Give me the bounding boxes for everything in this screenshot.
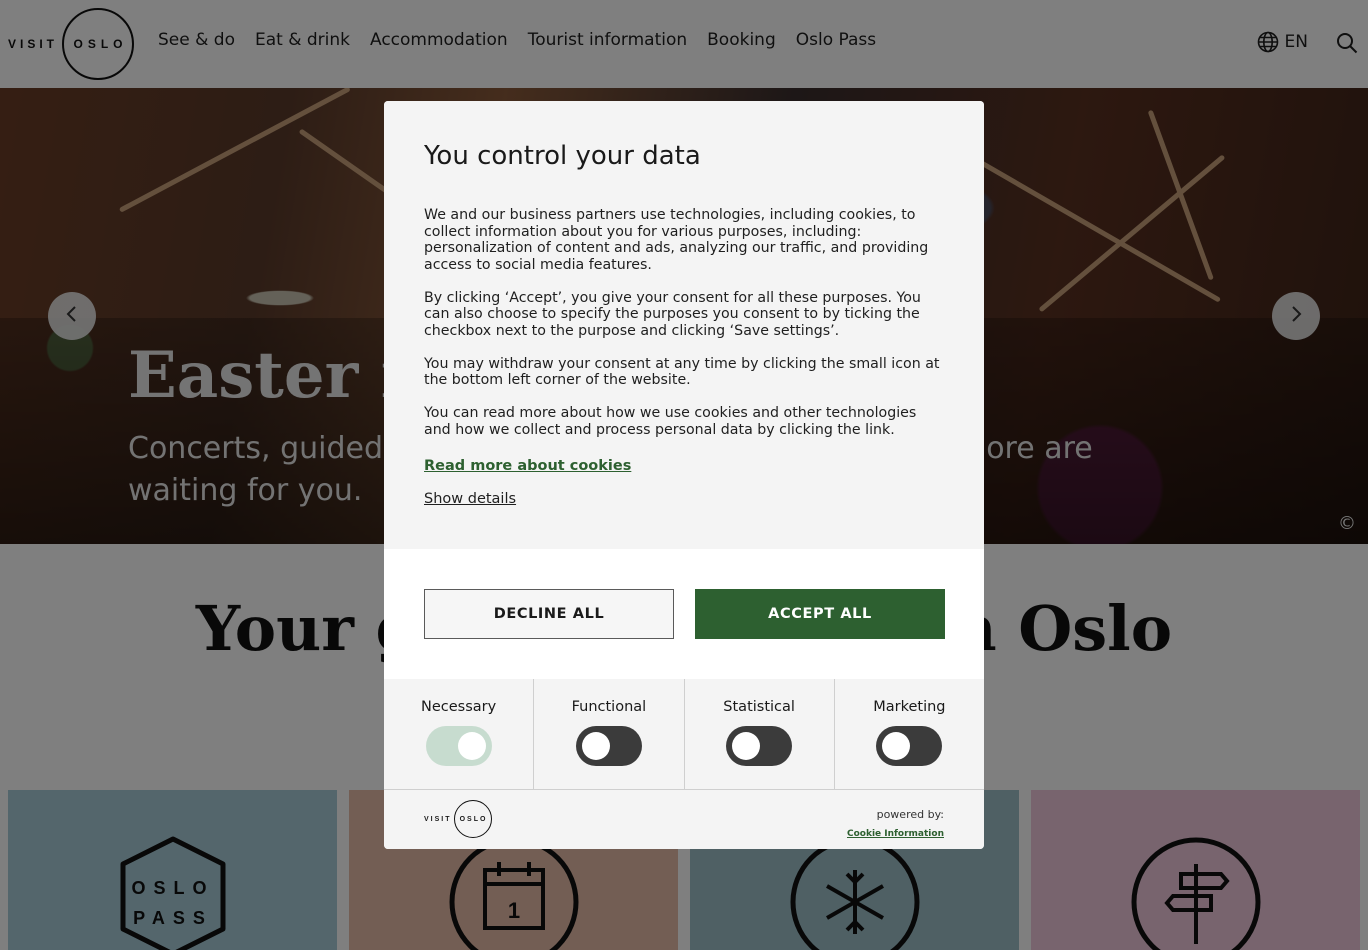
footer-logo-oslo: OSLO xyxy=(453,800,492,838)
cookie-information-link[interactable]: Cookie Information xyxy=(847,829,944,839)
functional-toggle[interactable] xyxy=(575,726,642,766)
category-label: Marketing xyxy=(873,699,946,715)
consent-paragraph: You may withdraw your consent at any tim… xyxy=(424,355,940,389)
toggle-knob xyxy=(457,732,486,760)
statistical-toggle[interactable] xyxy=(726,726,793,766)
toggle-knob xyxy=(581,732,610,760)
show-details-link[interactable]: Show details xyxy=(424,491,516,507)
category-label: Statistical xyxy=(723,699,795,715)
necessary-toggle xyxy=(425,726,492,766)
category-label: Functional xyxy=(571,699,647,715)
category-marketing: Marketing xyxy=(835,679,984,789)
footer-logo-visit: VISIT xyxy=(424,815,452,823)
footer-visit-oslo-logo: VISIT OSLO xyxy=(424,800,492,838)
category-statistical: Statistical xyxy=(685,679,835,789)
toggle-knob xyxy=(882,732,911,760)
consent-paragraph: We and our business partners use technol… xyxy=(424,207,929,273)
decline-all-button[interactable]: DECLINE ALL xyxy=(424,589,674,639)
marketing-toggle[interactable] xyxy=(876,726,943,766)
toggle-knob xyxy=(732,732,761,760)
powered-by-label: powered by: xyxy=(876,808,944,821)
category-functional: Functional xyxy=(534,679,685,789)
powered-by: powered by: Cookie Information xyxy=(847,808,944,840)
cookie-consent-dialog: You control your data We and our busines… xyxy=(384,101,984,849)
consent-paragraph: You can read more about how we use cooki… xyxy=(424,405,917,438)
consent-title: You control your data xyxy=(424,141,701,171)
consent-text-area: You control your data We and our busines… xyxy=(384,101,984,549)
consent-button-area: DECLINE ALL ACCEPT ALL xyxy=(384,549,984,679)
read-more-cookies-link[interactable]: Read more about cookies xyxy=(424,458,631,474)
accept-all-button[interactable]: ACCEPT ALL xyxy=(695,589,945,639)
consent-footer: VISIT OSLO powered by: Cookie Informatio… xyxy=(384,789,984,849)
category-necessary: Necessary xyxy=(384,679,535,789)
consent-paragraph: By clicking ‘Accept’, you give your cons… xyxy=(424,289,921,339)
category-label: Necessary xyxy=(421,699,497,715)
consent-categories: Necessary Functional Statistical Marketi… xyxy=(384,679,984,789)
